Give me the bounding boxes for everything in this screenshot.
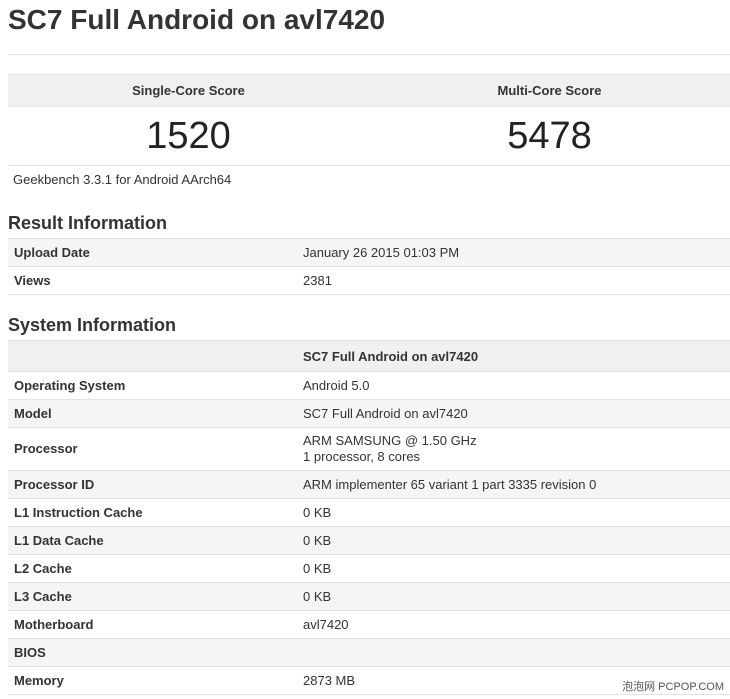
single-core-score: 1520 [146, 115, 231, 157]
multi-core-score: 5478 [507, 115, 592, 157]
row-key: Operating System [8, 371, 297, 400]
page-title: SC7 Full Android on avl7420 [8, 4, 386, 35]
page: SC7 Full Android on avl7420 Single-Core … [0, 0, 730, 699]
device-name-header: SC7 Full Android on avl7420 [297, 340, 730, 372]
processor-cores: 1 processor, 8 cores [303, 449, 421, 464]
system-info-table: SC7 Full Android on avl7420 Operating Sy… [8, 340, 730, 695]
row-key: Memory [8, 666, 297, 695]
table-row: L1 Instruction Cache 0 KB [8, 498, 730, 527]
row-value: 0 KB [297, 526, 730, 555]
row-key: L2 Cache [8, 554, 297, 583]
table-row: Processor ARM SAMSUNG @ 1.50 GHz 1 proce… [8, 427, 730, 471]
table-row: Motherboard avl7420 [8, 610, 730, 639]
single-core-label: Single-Core Score [132, 83, 245, 98]
row-key: Model [8, 399, 297, 428]
title-divider [8, 54, 730, 55]
row-value: 0 KB [297, 554, 730, 583]
score-value-row: 1520 5478 [8, 107, 730, 166]
row-value [297, 638, 730, 667]
multi-core-label: Multi-Core Score [497, 83, 602, 98]
row-key: Motherboard [8, 610, 297, 639]
header-spacer [8, 340, 297, 372]
table-row: Processor ID ARM implementer 65 variant … [8, 470, 730, 499]
row-key: Processor [8, 427, 297, 471]
table-row: L1 Data Cache 0 KB [8, 526, 730, 555]
result-info-table: Upload Date January 26 2015 01:03 PM Vie… [8, 238, 730, 295]
result-info-heading: Result Information [8, 213, 168, 233]
system-info-heading: System Information [8, 315, 177, 335]
row-key: Processor ID [8, 470, 297, 499]
row-value: 0 KB [297, 498, 730, 527]
row-value: Android 5.0 [297, 371, 730, 400]
row-key: L1 Data Cache [8, 526, 297, 555]
row-value: ARM SAMSUNG @ 1.50 GHz 1 processor, 8 co… [297, 427, 730, 471]
table-header-row: SC7 Full Android on avl7420 [8, 340, 730, 372]
table-row: L3 Cache 0 KB [8, 582, 730, 611]
row-value: ARM implementer 65 variant 1 part 3335 r… [297, 470, 730, 499]
table-row: Operating System Android 5.0 [8, 371, 730, 400]
table-row: L2 Cache 0 KB [8, 554, 730, 583]
processor-name: ARM SAMSUNG @ 1.50 GHz [303, 433, 477, 448]
table-row: BIOS [8, 638, 730, 667]
table-row: Model SC7 Full Android on avl7420 [8, 399, 730, 428]
benchmark-version: Geekbench 3.3.1 for Android AArch64 [13, 172, 232, 187]
row-value: SC7 Full Android on avl7420 [297, 399, 730, 428]
score-panel: Single-Core Score Multi-Core Score 1520 … [8, 74, 730, 166]
row-key: L1 Instruction Cache [8, 498, 297, 527]
row-value: January 26 2015 01:03 PM [297, 238, 730, 267]
row-key: Views [8, 266, 297, 295]
score-header-row: Single-Core Score Multi-Core Score [8, 74, 730, 107]
row-value: avl7420 [297, 610, 730, 639]
row-value: 0 KB [297, 582, 730, 611]
table-row: Upload Date January 26 2015 01:03 PM [8, 238, 730, 267]
row-key: Upload Date [8, 238, 297, 267]
row-value: 2381 [297, 266, 730, 295]
row-key: BIOS [8, 638, 297, 667]
table-row: Views 2381 [8, 266, 730, 295]
site-watermark: 泡泡网 PCPOP.COM [622, 681, 724, 693]
row-key: L3 Cache [8, 582, 297, 611]
